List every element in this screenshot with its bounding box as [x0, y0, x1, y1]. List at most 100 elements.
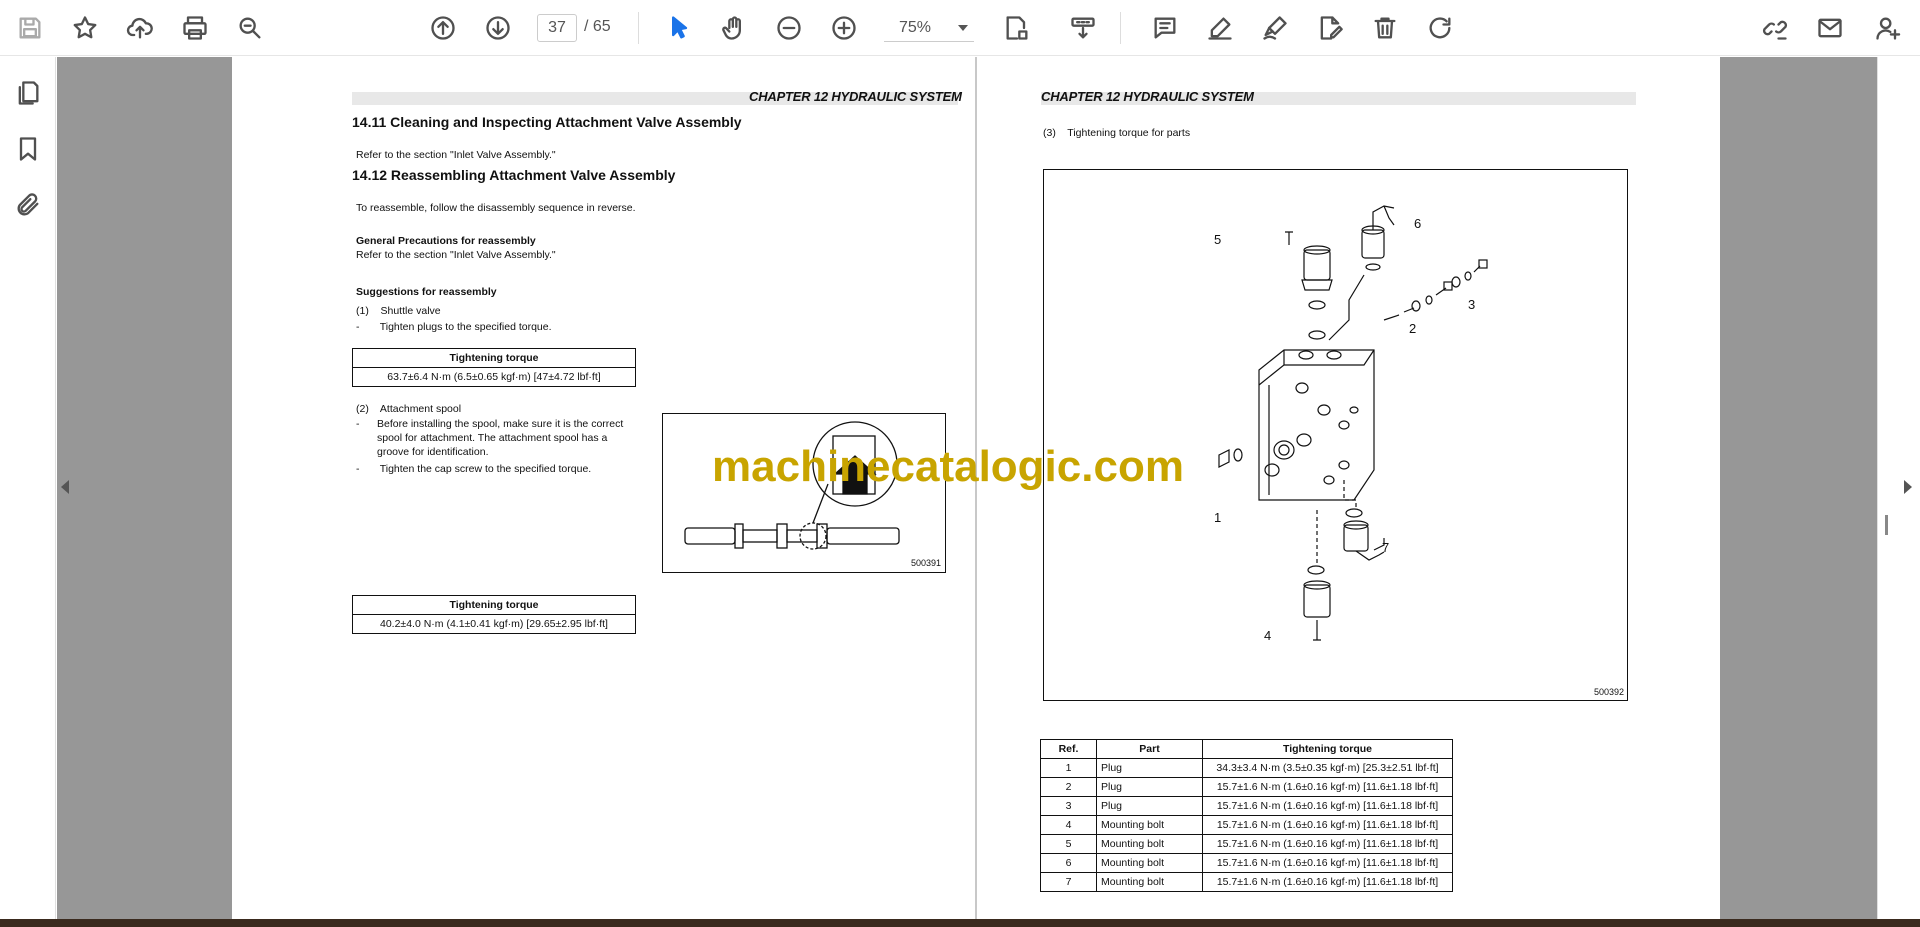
- page-total: / 65: [584, 18, 611, 35]
- scroll-mode-icon[interactable]: [1063, 8, 1103, 48]
- callout-3: 3: [1468, 297, 1476, 312]
- hand-tool-icon[interactable]: [714, 8, 754, 48]
- zoom-in-icon[interactable]: [824, 8, 864, 48]
- bullet-install-line3: groove for identification.: [377, 446, 489, 458]
- page-fit-icon[interactable]: [997, 8, 1037, 48]
- collapse-left-panel-icon[interactable]: [61, 480, 69, 494]
- draw-icon[interactable]: [1255, 8, 1295, 48]
- table-cell: 15.7±1.6 N·m (1.6±0.16 kgf·m) [11.6±1.18…: [1202, 796, 1453, 816]
- expand-right-panel-icon[interactable]: [1904, 480, 1912, 494]
- bullet-install-line1: Before installing the spool, make sure i…: [377, 418, 624, 430]
- table-cell: 5: [1040, 834, 1097, 854]
- right-sidebar: [1877, 57, 1920, 927]
- item-shuttle-valve: (1) Shuttle valve: [356, 305, 441, 317]
- column-header-torque: Tightening torque: [1202, 739, 1453, 759]
- table-cell: Plug: [1096, 758, 1203, 778]
- table-cell: 1: [1040, 758, 1097, 778]
- chapter-title: CHAPTER 12 HYDRAULIC SYSTEM: [749, 89, 962, 104]
- table-cell: 7: [1040, 872, 1097, 892]
- reassemble-text: To reassemble, follow the disassembly se…: [356, 202, 636, 214]
- table-row: 2 Plug 15.7±1.6 N·m (1.6±0.16 kgf·m) [11.6…: [1040, 777, 1453, 797]
- table-cell: 3: [1040, 796, 1097, 816]
- general-precautions-heading: General Precautions for reassembly: [356, 235, 536, 247]
- table-cell: Plug: [1096, 796, 1203, 816]
- rotate-icon[interactable]: [1420, 8, 1460, 48]
- delete-icon[interactable]: [1365, 8, 1405, 48]
- mail-icon[interactable]: [1810, 8, 1850, 48]
- table-row: 1 Plug 34.3±3.4 N·m (3.5±0.35 kgf·m) [25.3…: [1040, 758, 1453, 778]
- table-cell: 15.7±1.6 N·m (1.6±0.16 kgf·m) [11.6±1.18…: [1202, 872, 1453, 892]
- select-cursor-icon[interactable]: [659, 8, 699, 48]
- table-row: 5 Mounting bolt 15.7±1.6 N·m (1.6±0.16 kgf…: [1040, 834, 1453, 854]
- comment-icon[interactable]: [1145, 8, 1185, 48]
- torque-table-2: Tightening torque 40.2±4.0 N·m (4.1±0.41…: [352, 595, 636, 634]
- table-cell: 34.3±3.4 N·m (3.5±0.35 kgf·m) [25.3±2.51…: [1202, 758, 1453, 778]
- table-row: 6 Mounting bolt 15.7±1.6 N·m (1.6±0.16 kgf…: [1040, 853, 1453, 873]
- table-row: 4 Mounting bolt 15.7±1.6 N·m (1.6±0.16 kgf…: [1040, 815, 1453, 835]
- callout-5: 5: [1214, 232, 1222, 247]
- previous-page-icon[interactable]: [423, 8, 463, 48]
- table-cell: 4: [1040, 815, 1097, 835]
- callout-1: 1: [1214, 510, 1222, 525]
- bullet-install-line2: spool for attachment. The attachment spo…: [377, 432, 608, 444]
- torque-table-1: Tightening torque 63.7±6.4 N·m (6.5±0.65…: [352, 348, 636, 387]
- figure-number: 500391: [911, 558, 942, 568]
- table-cell: 63.7±6.4 N·m (6.5±0.65 kgf·m) [47±4.72 l…: [352, 367, 636, 387]
- page-thumbnails-icon[interactable]: [8, 73, 48, 113]
- callout-2: 2: [1409, 321, 1417, 336]
- valve-exploded-diagram: [1218, 205, 1488, 641]
- bookmark-icon[interactable]: [8, 129, 48, 169]
- highlight-pen-icon[interactable]: [1200, 8, 1240, 48]
- table-cell: 15.7±1.6 N·m (1.6±0.16 kgf·m) [11.6±1.18…: [1202, 815, 1453, 835]
- page-number-input[interactable]: 37: [537, 14, 577, 42]
- figure-attachment-spool: 500391: [662, 413, 946, 573]
- figure-valve-exploded: 5 6 3 2 1 7 4 500392: [1043, 169, 1628, 701]
- cloud-upload-icon[interactable]: [120, 8, 160, 48]
- toolbar-divider: [1120, 12, 1121, 44]
- item-attachment-spool: (2) Attachment spool: [356, 403, 462, 415]
- table-header: Tightening torque: [352, 595, 636, 615]
- table-cell: Mounting bolt: [1096, 815, 1203, 835]
- zoom-select[interactable]: 75%: [884, 14, 974, 42]
- star-icon[interactable]: [65, 8, 105, 48]
- top-toolbar: 37 / 65 75%: [0, 0, 1920, 56]
- figure-number: 500392: [1594, 687, 1625, 697]
- table-cell: Mounting bolt: [1096, 834, 1203, 854]
- suggestions-heading: Suggestions for reassembly: [356, 286, 497, 298]
- section-heading-14-11: 14.11 Cleaning and Inspecting Attachment…: [352, 114, 742, 130]
- watermark-text: machinecatalogic.com: [712, 442, 1184, 491]
- zoom-value: 75%: [899, 19, 932, 36]
- toolbar-divider: [638, 12, 639, 44]
- table-cell: 15.7±1.6 N·m (1.6±0.16 kgf·m) [11.6±1.18…: [1202, 853, 1453, 873]
- save-icon[interactable]: [10, 8, 50, 48]
- table-cell: 15.7±1.6 N·m (1.6±0.16 kgf·m) [11.6±1.18…: [1202, 777, 1453, 797]
- zoom-search-icon[interactable]: [230, 8, 270, 48]
- callout-7: 7: [1382, 540, 1390, 555]
- table-cell: Plug: [1096, 777, 1203, 797]
- add-user-icon[interactable]: [1868, 8, 1908, 48]
- print-icon[interactable]: [175, 8, 215, 48]
- table-cell: Mounting bolt: [1096, 872, 1203, 892]
- table-header: Tightening torque: [352, 348, 636, 368]
- item-tightening-torque-parts: (3) Tightening torque for parts: [1043, 127, 1191, 139]
- next-page-icon[interactable]: [478, 8, 518, 48]
- table-cell: 6: [1040, 853, 1097, 873]
- share-link-icon[interactable]: [1755, 8, 1795, 48]
- bottom-edge: [0, 919, 1920, 927]
- callout-6: 6: [1414, 216, 1422, 231]
- column-header-ref: Ref.: [1040, 739, 1097, 759]
- zoom-out-icon[interactable]: [769, 8, 809, 48]
- scrollbar-thumb[interactable]: [1885, 515, 1888, 535]
- table-cell: Mounting bolt: [1096, 853, 1203, 873]
- section-heading-14-12: 14.12 Reassembling Attachment Valve Asse…: [352, 167, 676, 183]
- bullet-tighten-plugs: - Tighten plugs to the specified torque.: [356, 321, 552, 333]
- chapter-title: CHAPTER 12 HYDRAULIC SYSTEM: [1041, 89, 1254, 104]
- attachment-icon[interactable]: [8, 185, 48, 225]
- sign-icon[interactable]: [1310, 8, 1350, 48]
- table-row: 3 Plug 15.7±1.6 N·m (1.6±0.16 kgf·m) [11.6…: [1040, 796, 1453, 816]
- parts-torque-table: Ref. Part Tightening torque 1 Plug 34.3±3.…: [1040, 739, 1453, 892]
- refer-text-2: Refer to the section "Inlet Valve Assemb…: [356, 249, 556, 261]
- table-cell: 2: [1040, 777, 1097, 797]
- callout-4: 4: [1264, 628, 1272, 643]
- bullet-dash: -: [356, 418, 360, 430]
